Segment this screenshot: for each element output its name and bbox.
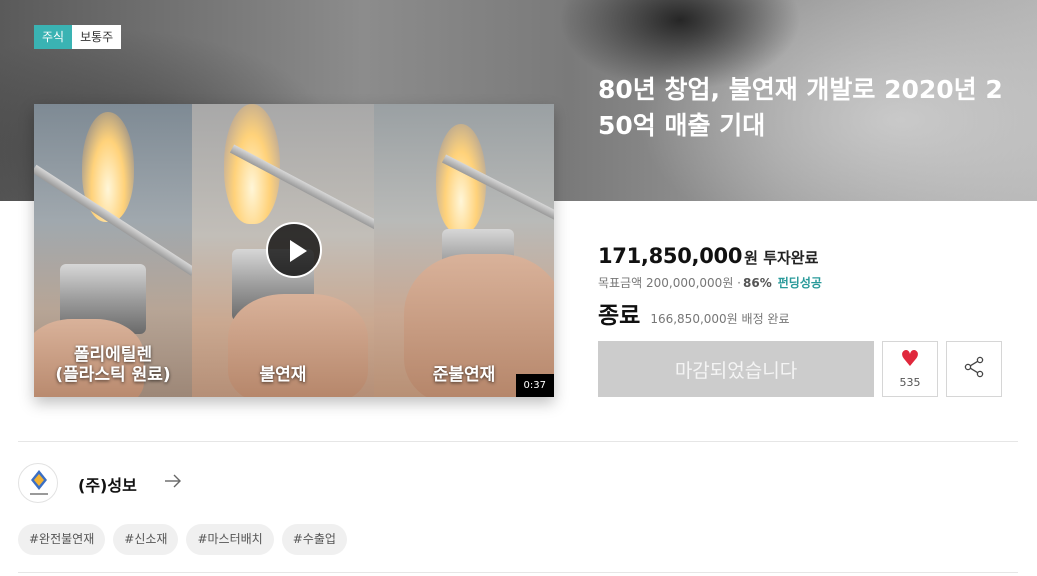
play-icon[interactable] (266, 222, 322, 278)
video-panel-semi-nonflammable: 준불연재 (374, 104, 554, 397)
tag-item[interactable]: #신소재 (113, 524, 179, 555)
tag-list: #완전불연재 #신소재 #마스터배치 #수출업 (18, 524, 347, 555)
end-row: 종료 166,850,000원 배정 완료 (598, 296, 790, 330)
tag-item[interactable]: #수출업 (281, 524, 347, 555)
funding-status-badge: 펀딩성공 (777, 276, 822, 290)
company-name[interactable]: (주)성보 (78, 472, 137, 496)
funded-amount: 171,850,000 (598, 244, 743, 268)
heart-icon: ♥ (900, 347, 920, 372)
end-status: 종료 (598, 303, 641, 329)
campaign-title: 80년 창업, 불연재 개발로 2020년 250억 매출 기대 (598, 75, 1003, 140)
stock-kind-badge: 보통주 (72, 25, 122, 49)
video-duration: 0:37 (515, 374, 554, 397)
funded-amount-suffix: 원 투자완료 (744, 249, 819, 267)
section-divider (18, 572, 1018, 573)
allocation-note: 166,850,000원 배정 완료 (650, 312, 790, 326)
stock-badges: 주식 보통주 (34, 25, 122, 49)
stock-type-badge: 주식 (34, 25, 73, 49)
video-panel-polyethylene: 폴리에틸렌 (플라스틱 원료) (34, 104, 192, 397)
company-logo[interactable] (18, 463, 58, 503)
funded-amount-row: 171,850,000 원 투자완료 (598, 244, 818, 268)
like-button[interactable]: ♥ 535 (882, 341, 938, 397)
panel-label-nonflammable: 불연재 (259, 365, 307, 385)
section-divider (18, 441, 1018, 442)
closed-button[interactable]: 마감되었습니다 (598, 341, 874, 397)
goal-row: 목표금액 200,000,000원 · 86% 펀딩성공 (598, 274, 822, 291)
like-count: 535 (899, 376, 921, 389)
share-icon (962, 355, 986, 383)
goal-percent: 86% (743, 275, 772, 290)
goal-amount: 목표금액 200,000,000원 · (598, 276, 741, 290)
tag-item[interactable]: #완전불연재 (18, 524, 106, 555)
video-player[interactable]: 폴리에틸렌 (플라스틱 원료) 불연재 준불연재 0:37 (34, 104, 554, 397)
share-button[interactable] (946, 341, 1002, 397)
tag-item[interactable]: #마스터배치 (186, 524, 274, 555)
panel-label-polyethylene: 폴리에틸렌 (플라스틱 원료) (55, 345, 171, 385)
arrow-right-icon[interactable] (162, 470, 184, 492)
